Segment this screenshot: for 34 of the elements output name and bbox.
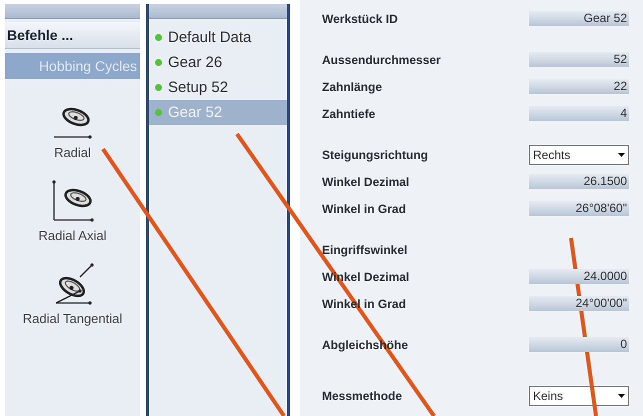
field-label: Werkstück ID	[322, 12, 398, 26]
dropdown[interactable]: Keins	[529, 386, 629, 406]
radial-axial-cycle-icon	[50, 178, 96, 224]
field-label: Messmethode	[322, 388, 402, 402]
cycle-label[interactable]: Radial Axial	[38, 228, 106, 243]
commands-header[interactable]: Befehle ...	[5, 22, 140, 49]
status-dot	[155, 34, 162, 41]
input-field[interactable]: 24.0000	[529, 269, 629, 284]
section-heading: Eingriffswinkel	[322, 242, 408, 256]
input-field[interactable]: 52	[529, 52, 629, 67]
field-label: Winkel in Grad	[322, 202, 406, 216]
field-label: Steigungsrichtung	[322, 148, 428, 162]
field-label: Aussendurchmesser	[322, 52, 441, 66]
dataset-item[interactable]: Setup 52	[149, 75, 287, 100]
status-dot	[155, 109, 162, 116]
field-label: Zahnlänge	[322, 80, 382, 94]
caret-icon	[618, 394, 625, 398]
dataset-item[interactable]: Gear 26	[149, 50, 287, 75]
field-label: Winkel Dezimal	[322, 174, 410, 188]
input-field[interactable]: Gear 52	[529, 11, 629, 26]
field-label: Zahntiefe	[322, 106, 376, 120]
cycle-label[interactable]: Radial Tangential	[22, 311, 122, 326]
status-dot	[155, 84, 162, 91]
cycle-label[interactable]: Radial	[54, 145, 91, 160]
dropdown[interactable]: Rechts	[529, 144, 629, 164]
input-field[interactable]: 26°08'60"	[529, 201, 629, 216]
input-field[interactable]: 24°00'00"	[529, 296, 629, 311]
status-dot	[155, 59, 162, 66]
input-field[interactable]: 4	[529, 106, 629, 121]
input-field[interactable]: 26.1500	[529, 174, 629, 189]
input-field[interactable]: 22	[529, 79, 629, 94]
dataset-item[interactable]: Default Data	[149, 25, 287, 50]
caret-icon	[618, 152, 625, 156]
input-field[interactable]: 0	[529, 337, 629, 352]
